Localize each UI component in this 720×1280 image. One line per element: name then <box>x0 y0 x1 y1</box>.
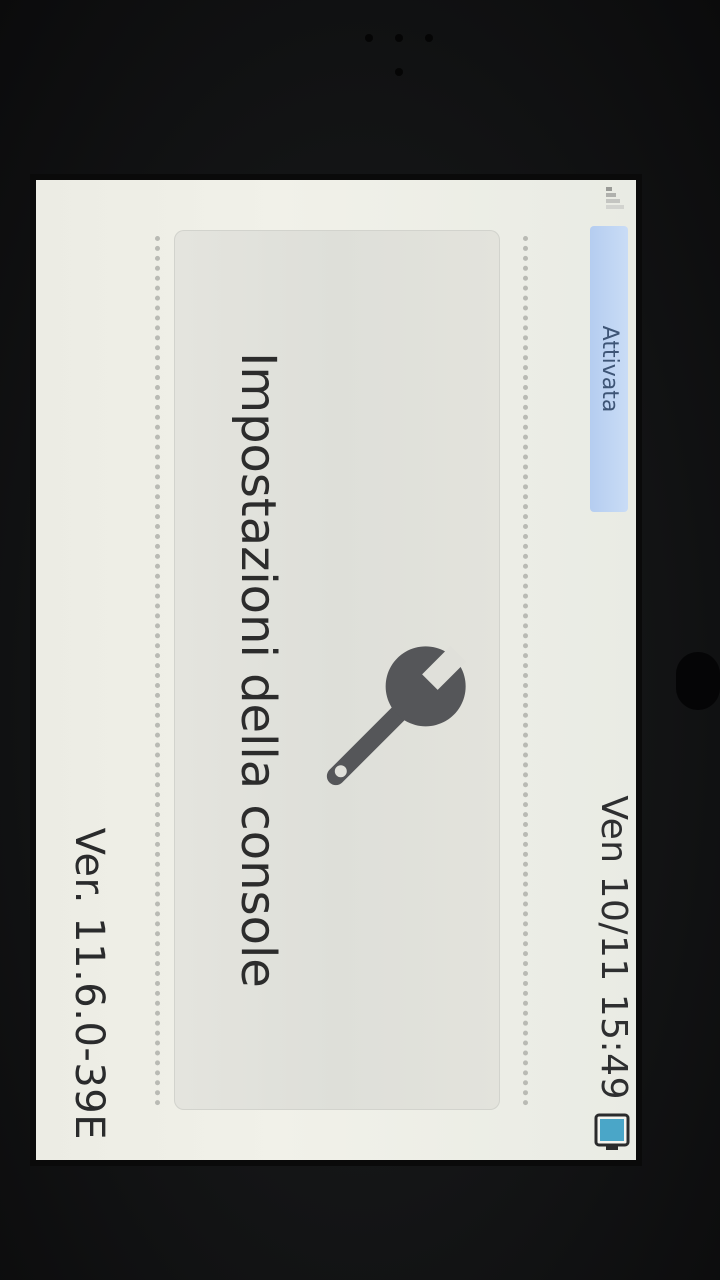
status-bar: Attivata Ven 10/11 15:49 <box>560 180 636 1160</box>
system-settings-button[interactable]: Impostazioni della console <box>174 230 500 1110</box>
firmware-version: Ver. 11.6.0-39E <box>66 827 112 1140</box>
battery-icon <box>594 1113 630 1150</box>
speaker-hole <box>425 34 433 42</box>
speaker-hole <box>365 34 373 42</box>
wrench-icon <box>326 646 466 786</box>
divider-bottom <box>155 236 160 1106</box>
settings-screen: Attivata Ven 10/11 15:49 Impostazioni de… <box>36 180 636 1160</box>
console-screen: Attivata Ven 10/11 15:49 Impostazioni de… <box>36 180 636 1160</box>
speaker-hole <box>395 34 403 42</box>
console-device: Attivata Ven 10/11 15:49 Impostazioni de… <box>0 0 720 1280</box>
divider-top <box>523 236 528 1106</box>
camera-lens <box>676 652 720 710</box>
panel-title: Impostazioni della console <box>230 352 286 988</box>
speaker-hole <box>395 68 403 76</box>
date-time-display: Ven 10/11 15:49 <box>593 795 634 1100</box>
wifi-signal-icon <box>606 187 624 209</box>
wifi-status-badge: Attivata <box>590 226 628 512</box>
